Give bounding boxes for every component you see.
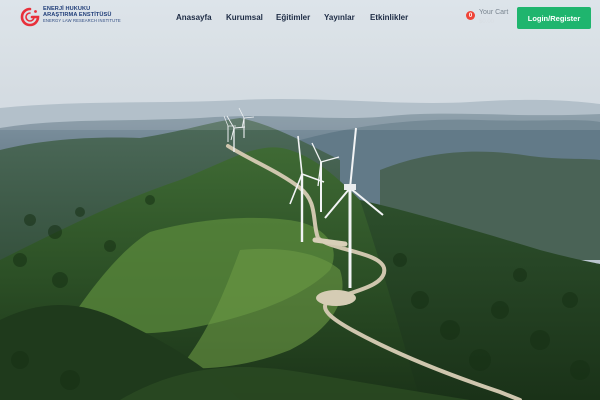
cart-count-badge: 0 — [466, 11, 475, 20]
login-register-button[interactable]: Login/Register — [517, 7, 591, 29]
nav-item-anasayfa[interactable]: Anasayfa — [176, 13, 226, 22]
page: ENERJİ HUKUKU ARAŞTIRMA ENSTİTÜSÜ ENERGY… — [0, 0, 600, 400]
site-header: ENERJİ HUKUKU ARAŞTIRMA ENSTİTÜSÜ ENERGY… — [0, 0, 600, 36]
cart-label: Your Cart — [479, 9, 509, 16]
nav-item-yayinlar[interactable]: Yayınlar — [324, 13, 370, 22]
hero-image — [0, 0, 600, 400]
nav-item-egitimler[interactable]: Eğitimler — [276, 13, 324, 22]
cart-text: Your Cart $0.00 — [479, 9, 508, 25]
nav-item-etkinlikler[interactable]: Etkinlikler — [370, 13, 408, 22]
logo-icon — [20, 7, 40, 27]
site-logo[interactable]: ENERJİ HUKUKU ARAŞTIRMA ENSTİTÜSÜ ENERGY… — [20, 6, 121, 27]
main-nav: Anasayfa Kurumsal Eğitimler Yayınlar Etk… — [176, 13, 408, 22]
cart-amount: $0.00 — [479, 18, 495, 25]
nav-item-kurumsal[interactable]: Kurumsal — [226, 13, 276, 22]
logo-subtitle: ENERGY LAW RESEARCH INSTITUTE — [43, 18, 121, 24]
cart-widget[interactable]: 0 Your Cart $0.00 — [466, 9, 508, 25]
logo-text: ENERJİ HUKUKU ARAŞTIRMA ENSTİTÜSÜ ENERGY… — [43, 6, 121, 24]
